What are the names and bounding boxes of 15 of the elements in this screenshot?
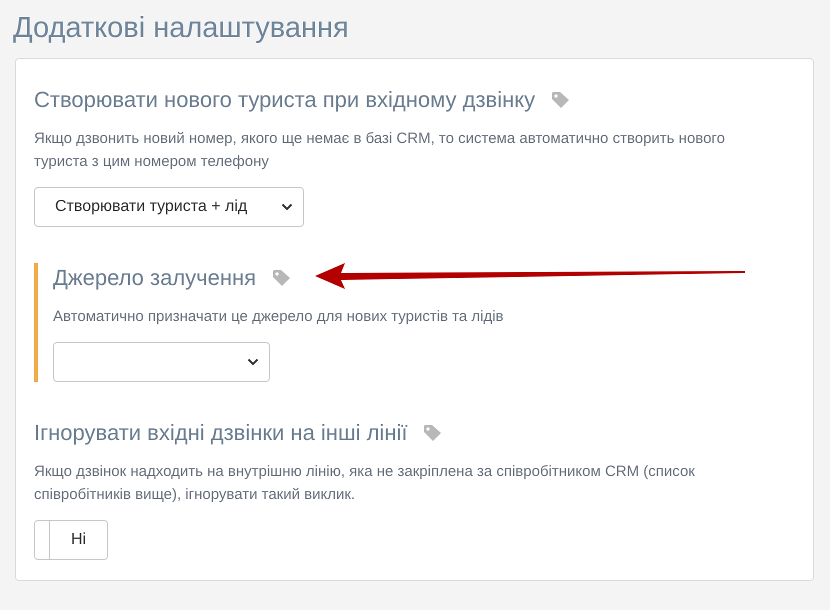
tag-icon xyxy=(272,269,292,287)
section-description: Автоматично призначати це джерело для нових туристів та лідів xyxy=(53,307,505,327)
section-description: Якщо дзвонить новий номер, якого ще немає в базі CRM, то система автоматично створить нового туриста з цим номером телефону xyxy=(34,129,726,172)
page-title: Додаткові налаштування xyxy=(13,11,350,46)
chevron-icon xyxy=(247,358,259,366)
tag-icon xyxy=(551,91,572,109)
select-field[interactable]: Створювати туриста + лід xyxy=(34,187,304,227)
section-description: Якщо дзвінок надходить на внутрішню лінію, яка не закріплена за співробітником CRM (список співробітників вище), ігнорувати такий виклик. xyxy=(34,462,696,505)
chevron-icon xyxy=(281,203,293,211)
section-title: Ігнорувати вхідні дзвінки на інші лінії xyxy=(34,419,408,447)
select-field[interactable] xyxy=(53,342,270,382)
tag-icon xyxy=(423,424,444,442)
section-title: Джерело залучення xyxy=(53,264,256,292)
section-title: Створювати нового туриста при вхідному дзвінку xyxy=(34,86,536,114)
toggle-switch[interactable]: Ні xyxy=(34,520,108,560)
